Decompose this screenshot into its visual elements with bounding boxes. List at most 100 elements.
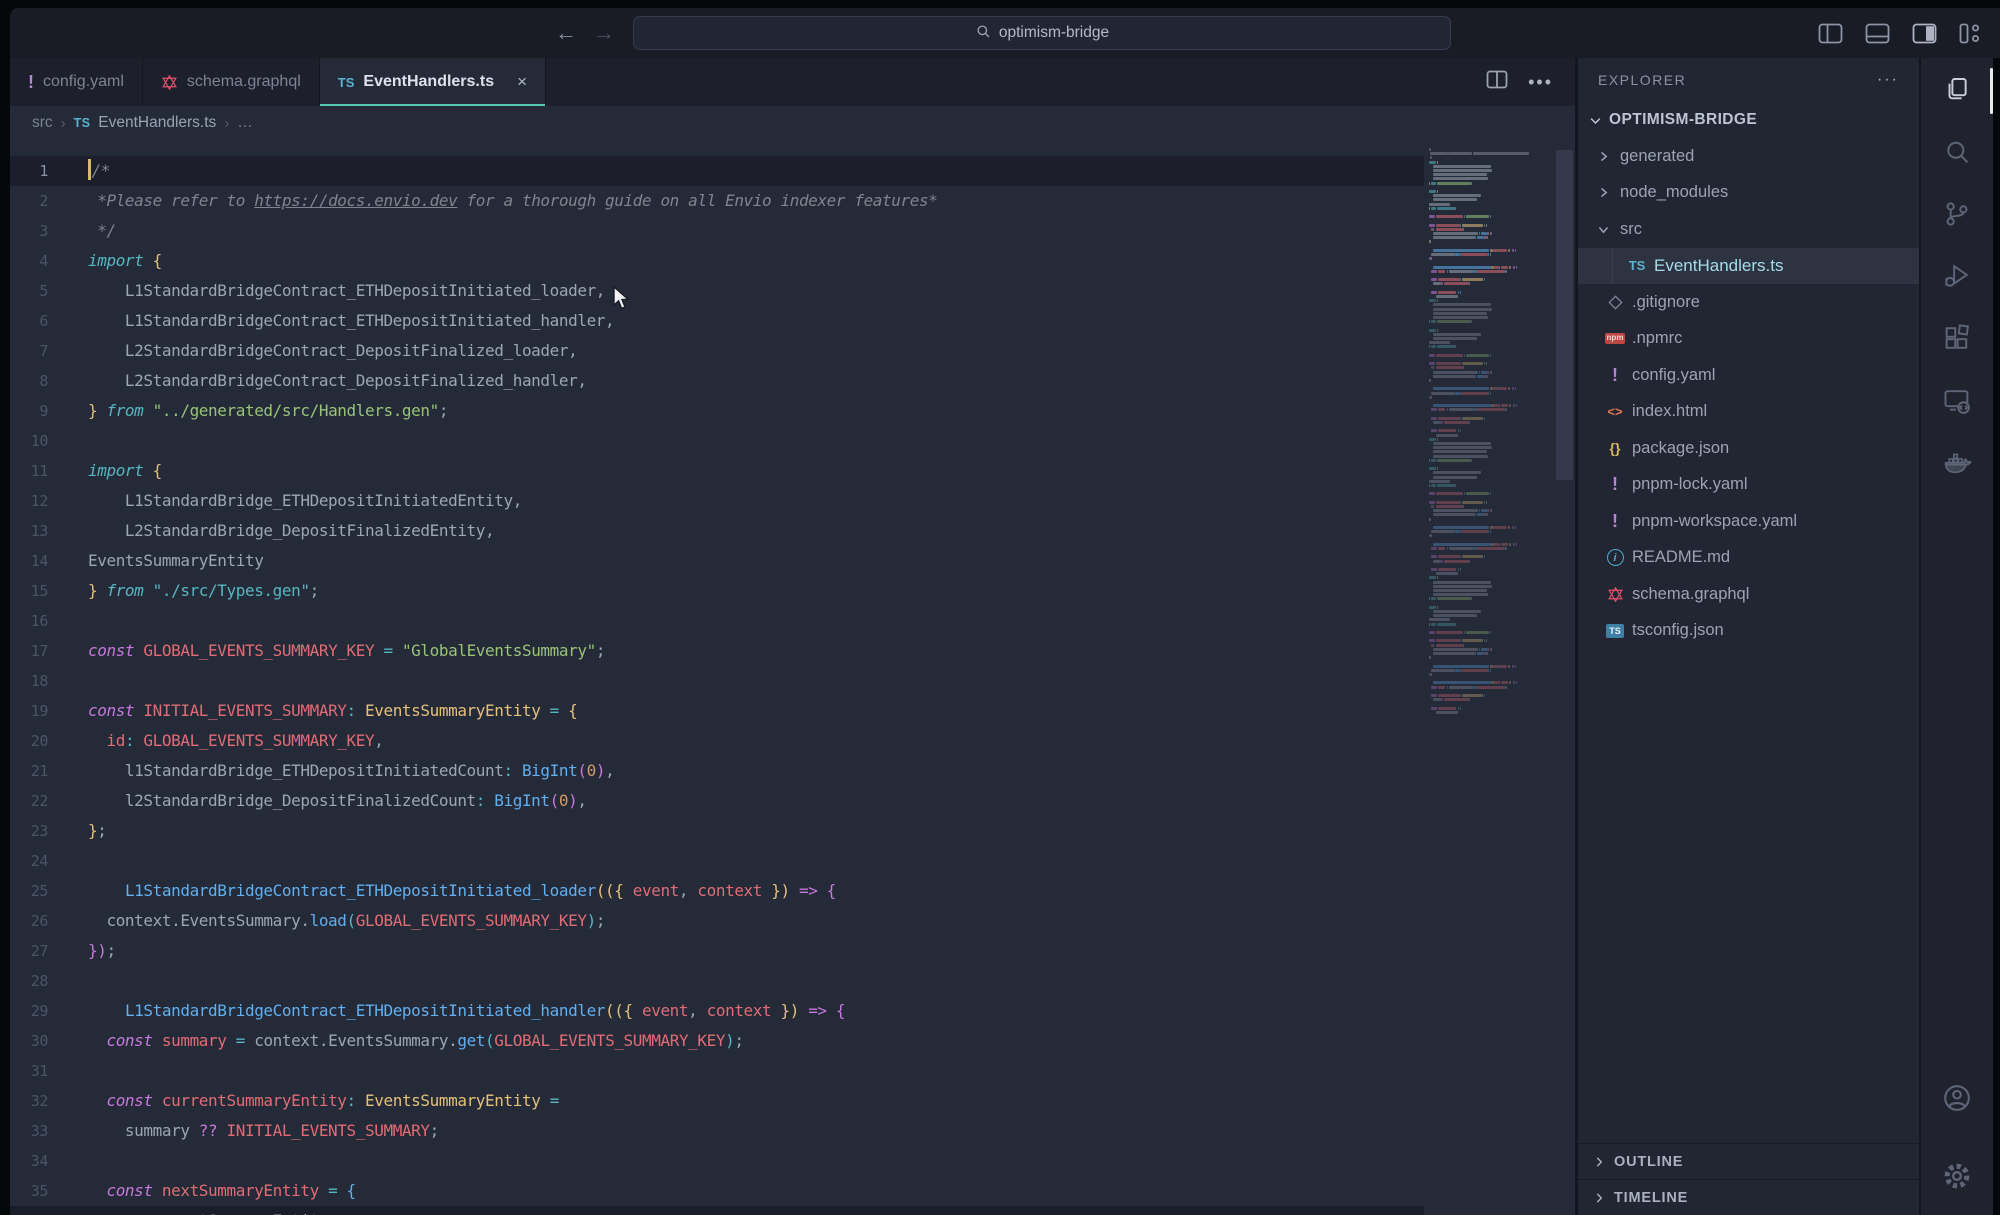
tab-schema.graphql[interactable]: schema.graphql — [143, 58, 320, 106]
timeline-section-header[interactable]: TIMELINE — [1578, 1179, 1919, 1215]
code-line[interactable]: 5 L1StandardBridgeContract_ETHDepositIni… — [10, 276, 1575, 306]
code-line[interactable]: 29 L1StandardBridgeContract_ETHDepositIn… — [10, 996, 1575, 1026]
code-line[interactable]: 31 — [10, 1056, 1575, 1086]
docker-activity-icon[interactable] — [1921, 438, 1993, 490]
code-line[interactable]: 33 summary ?? INITIAL_EVENTS_SUMMARY; — [10, 1116, 1575, 1146]
chevron-down-icon — [1588, 113, 1603, 128]
toggle-primary-sidebar-icon[interactable] — [1818, 23, 1843, 44]
toggle-secondary-sidebar-icon[interactable] — [1912, 23, 1937, 44]
tree-item-EventHandlers.ts[interactable]: TS EventHandlers.ts — [1578, 248, 1919, 285]
toggle-panel-icon[interactable] — [1865, 23, 1890, 44]
breadcrumb-folder[interactable]: src — [32, 114, 53, 132]
search-activity-icon[interactable] — [1921, 126, 1993, 178]
code-line[interactable]: 10 — [10, 426, 1575, 456]
workspace-root-folder[interactable]: OPTIMISM-BRIDGE — [1578, 102, 1919, 138]
typescript-file-icon: TS — [338, 75, 355, 90]
explorer-activity-icon[interactable] — [1921, 64, 1993, 116]
tree-item-config.yaml[interactable]: ! config.yaml — [1578, 357, 1919, 394]
typescript-file-icon: TS — [74, 116, 91, 130]
chevron-right-icon — [1596, 149, 1612, 164]
tree-item-index.html[interactable]: <> index.html — [1578, 394, 1919, 431]
breadcrumb[interactable]: src › TS EventHandlers.ts › … — [10, 106, 1575, 140]
yaml-file-icon: ! — [1612, 474, 1618, 495]
code-line[interactable]: 28 — [10, 966, 1575, 996]
code-line[interactable]: 26 context.EventsSummary.load(GLOBAL_EVE… — [10, 906, 1575, 936]
code-line[interactable]: 9} from "../generated/src/Handlers.gen"; — [10, 396, 1575, 426]
nav-back-button[interactable]: ← — [555, 22, 577, 44]
line-number: 6 — [10, 306, 48, 336]
code-line[interactable]: 11import { — [10, 456, 1575, 486]
tree-item-README.md[interactable]: i README.md — [1578, 540, 1919, 577]
line-number: 29 — [10, 996, 48, 1026]
code-line[interactable]: 12 L1StandardBridge_ETHDepositInitiatedE… — [10, 486, 1575, 516]
activity-bar — [1921, 58, 1993, 1215]
code-line[interactable]: 14EventsSummaryEntity — [10, 546, 1575, 576]
code-line[interactable]: 36 currentSummaryEntity — [10, 1206, 1575, 1215]
close-tab-icon[interactable]: × — [517, 72, 527, 92]
breadcrumb-file[interactable]: EventHandlers.ts — [98, 114, 216, 132]
scrollbar-thumb[interactable] — [1556, 150, 1573, 480]
code-line[interactable]: 15} from "./src/Types.gen"; — [10, 576, 1575, 606]
tree-item-generated[interactable]: generated — [1578, 138, 1919, 175]
code-line[interactable]: 21 l1StandardBridge_ETHDepositInitiatedC… — [10, 756, 1575, 786]
breadcrumb-symbol[interactable]: … — [237, 114, 253, 132]
account-icon[interactable] — [1921, 1072, 1993, 1124]
line-number: 27 — [10, 936, 48, 966]
settings-gear-icon[interactable] — [1921, 1150, 1993, 1202]
tree-item-src[interactable]: src — [1578, 211, 1919, 248]
more-actions-icon[interactable]: ••• — [1528, 72, 1553, 93]
code-line[interactable]: 24 — [10, 846, 1575, 876]
nav-forward-button[interactable]: → — [593, 22, 615, 44]
remote-explorer-activity-icon[interactable] — [1921, 375, 1993, 427]
line-number: 36 — [10, 1206, 48, 1215]
code-line[interactable]: 16 — [10, 606, 1575, 636]
code-line[interactable]: 3 */ — [10, 216, 1575, 246]
line-number: 12 — [10, 486, 48, 516]
code-line[interactable]: 6 L1StandardBridgeContract_ETHDepositIni… — [10, 306, 1575, 336]
tree-item-schema.graphql[interactable]: schema.graphql — [1578, 576, 1919, 613]
extensions-activity-icon[interactable] — [1921, 312, 1993, 364]
customize-layout-icon[interactable] — [1959, 23, 1982, 44]
code-line[interactable]: 22 l2StandardBridge_DepositFinalizedCoun… — [10, 786, 1575, 816]
code-line[interactable]: 18 — [10, 666, 1575, 696]
code-line[interactable]: 1/* — [10, 156, 1575, 186]
explorer-more-actions-icon[interactable]: ··· — [1877, 71, 1899, 89]
code-line[interactable]: 23}; — [10, 816, 1575, 846]
folder-label: src — [1620, 220, 1642, 239]
code-line[interactable]: 25 L1StandardBridgeContract_ETHDepositIn… — [10, 876, 1575, 906]
tree-item-package.json[interactable]: {} package.json — [1578, 430, 1919, 467]
code-line[interactable]: 17const GLOBAL_EVENTS_SUMMARY_KEY = "Glo… — [10, 636, 1575, 666]
tree-item-pnpm-workspace.yaml[interactable]: ! pnpm-workspace.yaml — [1578, 503, 1919, 540]
tab-config.yaml[interactable]: !config.yaml — [10, 58, 143, 106]
code-line[interactable]: 20 id: GLOBAL_EVENTS_SUMMARY_KEY, — [10, 726, 1575, 756]
line-number: 8 — [10, 366, 48, 396]
split-editor-icon[interactable] — [1486, 70, 1508, 94]
code-editor[interactable]: 1/*2 *Please refer to https://docs.envio… — [10, 140, 1575, 1215]
chevron-down-icon — [1596, 222, 1612, 237]
source-control-activity-icon[interactable] — [1921, 188, 1993, 240]
tree-item-.npmrc[interactable]: npm .npmrc — [1578, 321, 1919, 358]
tree-item-tsconfig.json[interactable]: TS tsconfig.json — [1578, 613, 1919, 650]
chevron-right-icon: › — [61, 115, 66, 132]
code-line[interactable]: 2 *Please refer to https://docs.envio.de… — [10, 186, 1575, 216]
file-label: index.html — [1632, 402, 1707, 421]
code-line[interactable]: 7 L2StandardBridgeContract_DepositFinali… — [10, 336, 1575, 366]
tree-item-node_modules[interactable]: node_modules — [1578, 175, 1919, 212]
minimap[interactable] — [1425, 148, 1555, 788]
tree-item-pnpm-lock.yaml[interactable]: ! pnpm-lock.yaml — [1578, 467, 1919, 504]
code-line[interactable]: 34 — [10, 1146, 1575, 1176]
code-line[interactable]: 35 const nextSummaryEntity = { — [10, 1176, 1575, 1206]
tree-item-.gitignore[interactable]: .gitignore — [1578, 284, 1919, 321]
run-debug-activity-icon[interactable] — [1921, 250, 1993, 302]
command-center-search[interactable]: optimism-bridge — [633, 16, 1451, 50]
code-line[interactable]: 27}); — [10, 936, 1575, 966]
code-line[interactable]: 4import { — [10, 246, 1575, 276]
code-line[interactable]: 13 L2StandardBridge_DepositFinalizedEnti… — [10, 516, 1575, 546]
code-line[interactable]: 30 const summary = context.EventsSummary… — [10, 1026, 1575, 1056]
explorer-title: EXPLORER — [1598, 72, 1686, 88]
tab-EventHandlers.ts[interactable]: TSEventHandlers.ts× — [320, 58, 546, 106]
outline-section-header[interactable]: OUTLINE — [1578, 1143, 1919, 1179]
code-line[interactable]: 8 L2StandardBridgeContract_DepositFinali… — [10, 366, 1575, 396]
code-line[interactable]: 32 const currentSummaryEntity: EventsSum… — [10, 1086, 1575, 1116]
code-line[interactable]: 19const INITIAL_EVENTS_SUMMARY: EventsSu… — [10, 696, 1575, 726]
